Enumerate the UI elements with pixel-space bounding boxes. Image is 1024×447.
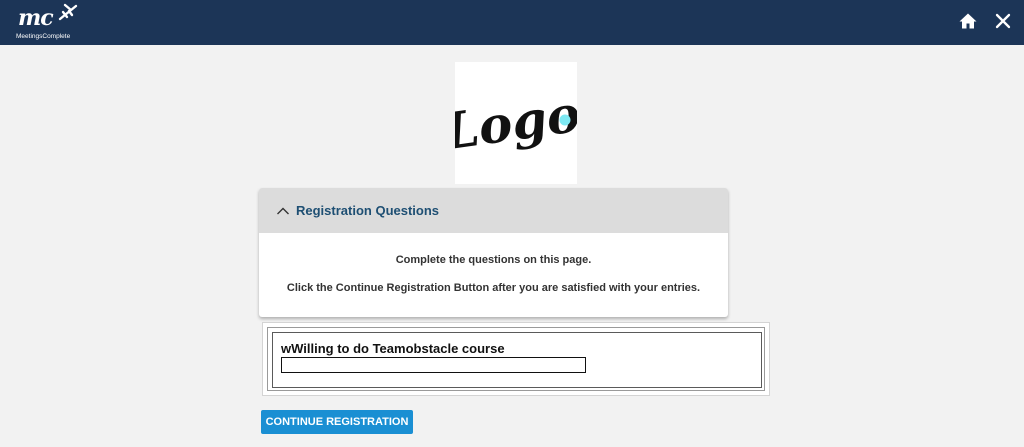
question-container: wWilling to do Teamobstacle course <box>262 322 770 396</box>
event-logo: Logo <box>438 62 584 184</box>
instruction-text: Click the Continue Registration Button a… <box>286 282 701 294</box>
logo-text: Logo <box>455 84 577 162</box>
registration-questions-panel: Registration Questions Complete the ques… <box>259 188 728 317</box>
chevron-up-icon <box>277 207 289 214</box>
question-item: wWilling to do Teamobstacle course <box>272 332 762 388</box>
section-title: Registration Questions <box>296 203 440 218</box>
brand-name: MeetingsComplete <box>16 33 71 40</box>
home-button[interactable] <box>958 11 978 31</box>
logo-dot <box>559 114 571 126</box>
question-answer-input[interactable] <box>281 357 586 373</box>
airplane-icon <box>58 3 78 21</box>
close-icon <box>995 13 1011 29</box>
home-icon <box>959 13 977 29</box>
brand-mark: mc <box>18 5 54 31</box>
meetingscomplete-logo: mc MeetingsComplete <box>14 3 84 43</box>
section-toggle[interactable]: Registration Questions <box>259 188 728 233</box>
section-instructions: Complete the questions on this page. Cli… <box>259 233 728 294</box>
instruction-text: Complete the questions on this page. <box>395 254 592 266</box>
question-border: wWilling to do Teamobstacle course <box>267 327 765 391</box>
close-button[interactable] <box>993 11 1013 31</box>
top-nav-bar: mc MeetingsComplete <box>0 0 1024 45</box>
continue-registration-button[interactable]: CONTINUE REGISTRATION <box>261 410 413 434</box>
question-label: wWilling to do Teamobstacle course <box>281 341 505 356</box>
